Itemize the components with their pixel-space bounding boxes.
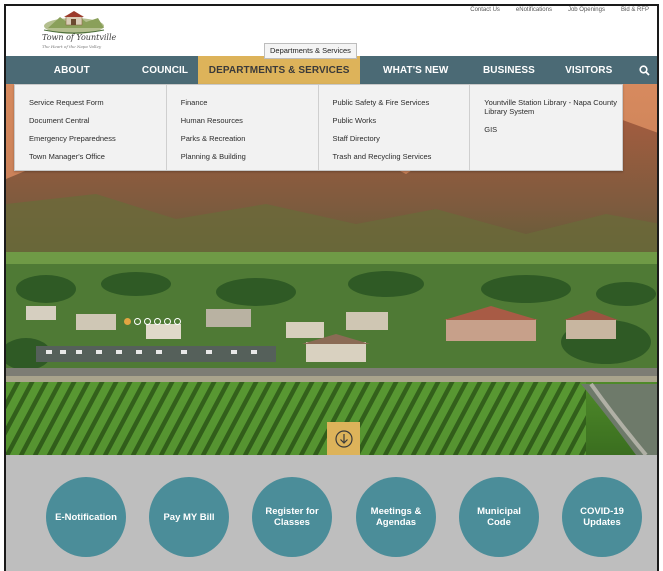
- logo-tagline: The Heart of the Napa Valley: [42, 44, 102, 49]
- dropdown-link-public-safety-fire[interactable]: Public Safety & Fire Services: [333, 98, 470, 107]
- nav-business[interactable]: BUSINESS: [472, 56, 547, 84]
- dropdown-link-emergency-preparedness[interactable]: Emergency Preparedness: [29, 134, 166, 143]
- dropdown-link-public-works[interactable]: Public Works: [333, 116, 470, 125]
- nav-council[interactable]: COUNCIL: [138, 56, 193, 84]
- dropdown-link-staff-directory[interactable]: Staff Directory: [333, 134, 470, 143]
- quick-link-covid-19-updates[interactable]: COVID-19 Updates: [562, 477, 642, 557]
- logo-building-icon: [43, 11, 105, 34]
- search-button[interactable]: [631, 56, 657, 84]
- dropdown-link-library[interactable]: Yountville Station Library - Napa County…: [484, 98, 622, 116]
- slider-dots: [124, 318, 181, 325]
- dropdown-link-finance[interactable]: Finance: [181, 98, 318, 107]
- scroll-down-button[interactable]: [327, 422, 360, 455]
- dropdown-column: Yountville Station Library - Napa County…: [470, 85, 622, 170]
- dropdown-link-document-central[interactable]: Document Central: [29, 116, 166, 125]
- slider-dot[interactable]: [174, 318, 181, 325]
- browser-frame: Town of Yountville The Heart of the Napa…: [4, 4, 659, 571]
- top-link-contact-us[interactable]: Contact Us: [470, 7, 500, 13]
- utility-links: Contact Us eNotifications Job Openings B…: [470, 7, 649, 13]
- dropdown-link-planning-building[interactable]: Planning & Building: [181, 152, 318, 161]
- dropdown-column: Finance Human Resources Parks & Recreati…: [167, 85, 319, 170]
- nav-visitors[interactable]: VISITORS: [546, 56, 631, 84]
- slider-dot[interactable]: [164, 318, 171, 325]
- quick-link-register-for-classes[interactable]: Register for Classes: [252, 477, 332, 557]
- slider-dot[interactable]: [154, 318, 161, 325]
- quick-link-municipal-code[interactable]: Municipal Code: [459, 477, 539, 557]
- nav-about[interactable]: ABOUT: [6, 56, 138, 84]
- quick-links-band: E-Notification Pay MY Bill Register for …: [6, 455, 657, 571]
- dropdown-column: Service Request Form Document Central Em…: [15, 85, 167, 170]
- dropdown-link-human-resources[interactable]: Human Resources: [181, 116, 318, 125]
- slider-dot[interactable]: [124, 318, 131, 325]
- search-icon: [638, 64, 650, 76]
- top-link-bid-rfp[interactable]: Bid & RFP: [621, 7, 649, 13]
- nav-tooltip: Departments & Services: [264, 43, 357, 59]
- quick-link-e-notification[interactable]: E-Notification: [46, 477, 126, 557]
- dropdown-link-parks-recreation[interactable]: Parks & Recreation: [181, 134, 318, 143]
- quick-link-pay-my-bill[interactable]: Pay MY Bill: [149, 477, 229, 557]
- dropdown-column: Public Safety & Fire Services Public Wor…: [319, 85, 471, 170]
- logo-title: Town of Yountville: [42, 33, 117, 42]
- nav-whats-new[interactable]: WHAT'S NEW: [360, 56, 472, 84]
- dropdown-link-service-request-form[interactable]: Service Request Form: [29, 98, 166, 107]
- main-nav: ABOUT COUNCIL DEPARTMENTS & SERVICES WHA…: [6, 56, 657, 84]
- departments-dropdown: Service Request Form Document Central Em…: [14, 84, 623, 171]
- arrow-down-circle-icon: [334, 429, 353, 448]
- slider-dot[interactable]: [144, 318, 151, 325]
- dropdown-link-town-managers-office[interactable]: Town Manager's Office: [29, 152, 166, 161]
- dropdown-link-trash-recycling[interactable]: Trash and Recycling Services: [333, 152, 470, 161]
- top-link-enotifications[interactable]: eNotifications: [516, 7, 552, 13]
- top-link-job-openings[interactable]: Job Openings: [568, 7, 605, 13]
- slider-dot[interactable]: [134, 318, 141, 325]
- quick-link-meetings-agendas[interactable]: Meetings & Agendas: [356, 477, 436, 557]
- nav-departments-services[interactable]: DEPARTMENTS & SERVICES: [198, 56, 360, 84]
- dropdown-link-gis[interactable]: GIS: [484, 125, 622, 134]
